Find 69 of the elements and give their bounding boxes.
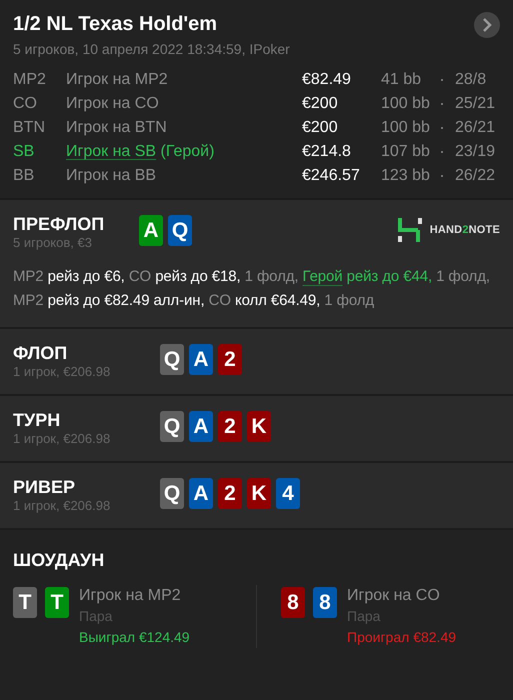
player-position: BTN (13, 118, 46, 138)
hand-info: 5 игроков, 10 апреля 2022 18:34:59, IPoker (13, 41, 291, 57)
playing-card: 2 (218, 478, 242, 509)
logo-text: HAND2NOTE (430, 224, 500, 236)
player-stats: 26/21 (455, 118, 496, 138)
player-name: Игрок на SB (Герой) (66, 142, 216, 162)
playing-card: A (139, 215, 163, 246)
street-title: ТУРН (13, 410, 62, 431)
playing-card: Q (160, 344, 184, 375)
showdown-title: ШОУДАУН (13, 550, 106, 571)
player-bb: 100 bb (381, 94, 431, 114)
playing-card: 2 (218, 344, 242, 375)
player-stack: €214.8 (302, 142, 352, 162)
street-title: РИВЕР (13, 477, 76, 498)
player-stats: 28/8 (455, 70, 488, 90)
street-title: ПРЕФЛОП (13, 214, 106, 235)
street-info: 1 игрок, €206.98 (13, 498, 112, 514)
player-stats: 23/19 (455, 142, 496, 162)
playing-card: A (189, 411, 213, 442)
playing-card: A (189, 344, 213, 375)
separator-dot-icon (441, 174, 443, 176)
next-button[interactable] (474, 12, 500, 38)
playing-card: Q (168, 215, 192, 246)
player-bb: 107 bb (381, 142, 431, 162)
separator-dot-icon (441, 126, 443, 128)
player-name: Игрок на MP2 (79, 586, 182, 606)
action-log: MP2 рейз до €6, CO рейз до €18, 1 фолд, Герой рейз до €44, 1 фолд, MP2 рейз до €82.49 алл-ин, CO колл €64.49, 1 фолд (13, 267, 491, 311)
player-stack: €200 (302, 118, 339, 138)
playing-card: 8 (313, 587, 337, 618)
player-stats: 26/22 (455, 166, 496, 186)
separator-dot-icon (441, 78, 443, 80)
hand-result: Выиграл €124.49 (79, 628, 190, 647)
player-stack: €200 (302, 94, 339, 114)
playing-card: 4 (276, 478, 300, 509)
logo-icon (398, 218, 422, 242)
street-info: 1 игрок, €206.98 (13, 364, 112, 380)
playing-card: 2 (218, 411, 242, 442)
hand-title: 1/2 NL Texas Hold'em (13, 13, 218, 36)
separator-dot-icon (441, 102, 443, 104)
separator-dot-icon (441, 150, 443, 152)
playing-card: K (247, 478, 271, 509)
player-name: Игрок на BB (66, 166, 158, 186)
playing-card: 8 (281, 587, 305, 618)
player-bb: 123 bb (381, 166, 431, 186)
player-stack: €82.49 (302, 70, 352, 90)
player-stats: 25/21 (455, 94, 496, 114)
playing-card: T (45, 587, 69, 618)
player-position: BB (13, 166, 36, 186)
playing-card: Q (160, 478, 184, 509)
playing-card: Q (160, 411, 184, 442)
player-name: Игрок на BTN (66, 118, 168, 138)
hero-link[interactable]: Герой (302, 268, 343, 285)
playing-card: A (189, 478, 213, 509)
player-position: MP2 (13, 70, 47, 90)
playing-card: T (13, 587, 37, 618)
street-title: ФЛОП (13, 343, 68, 364)
playing-card: K (247, 411, 271, 442)
player-stack: €246.57 (302, 166, 361, 186)
player-name: Игрок на CO (347, 586, 441, 606)
player-name: Игрок на CO (66, 94, 160, 114)
street-info: 1 игрок, €206.98 (13, 431, 112, 447)
player-position: CO (13, 94, 38, 114)
player-bb: 100 bb (381, 118, 431, 138)
player-bb: 41 bb (381, 70, 422, 90)
player-position: SB (13, 142, 36, 162)
player-name: Игрок на MP2 (66, 70, 169, 90)
hand-result: Проиграл €82.49 (347, 628, 456, 647)
chevron-right-icon (482, 18, 492, 32)
street-info: 5 игроков, €3 (13, 235, 93, 251)
